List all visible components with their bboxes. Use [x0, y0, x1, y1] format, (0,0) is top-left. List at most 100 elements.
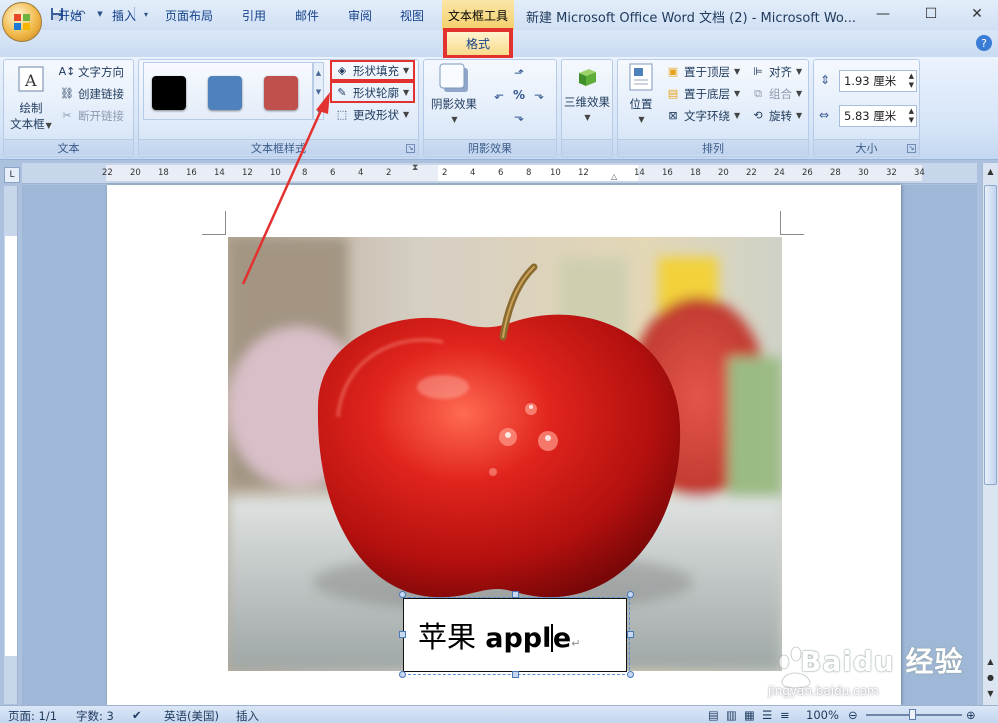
ruler-tick: 20	[718, 168, 729, 178]
align-button[interactable]: ⊫ 对齐 ▼	[750, 62, 802, 81]
draw-textbox-label-2: 文本框▼	[10, 117, 52, 131]
ruler-tick: 34	[914, 168, 925, 178]
tab-review[interactable]: 审阅	[340, 4, 380, 26]
group-label-textbox-styles: 文本框样式	[139, 139, 418, 155]
size-dialog-launcher-icon[interactable]: ↘	[907, 144, 916, 153]
status-language[interactable]: 英语(美国)	[164, 708, 219, 723]
browse-object-icon[interactable]: ●	[983, 669, 998, 685]
tab-page-layout[interactable]: 页面布局	[158, 4, 220, 26]
help-icon[interactable]: ?	[976, 35, 992, 51]
ruler-tick: 30	[858, 168, 869, 178]
nudge-up-icon[interactable]: ⬏	[514, 66, 524, 80]
threed-effects-button[interactable]: 三维效果 ▼	[562, 64, 612, 126]
group-label-3d	[562, 139, 612, 155]
create-link-button[interactable]: ⛓ 创建链接	[59, 84, 124, 103]
view-web-layout-icon[interactable]: ▦	[744, 708, 755, 722]
office-button[interactable]	[2, 2, 42, 42]
close-button[interactable]: ✕	[962, 4, 992, 24]
tab-mailings[interactable]: 邮件	[287, 4, 327, 26]
tab-insert[interactable]: 插入	[104, 4, 144, 26]
position-button[interactable]: 位置 ▼	[620, 62, 662, 128]
ruler-tick: 20	[130, 168, 141, 178]
view-print-layout-icon[interactable]: ▤	[708, 708, 719, 722]
tab-selector-icon[interactable]: L	[4, 167, 20, 183]
ruler-tick: 4	[358, 168, 364, 178]
bring-to-front-button[interactable]: ▣ 置于顶层 ▼	[665, 62, 740, 81]
resize-handle-e[interactable]	[627, 631, 634, 638]
maximize-button[interactable]: ☐	[916, 4, 946, 24]
nudge-left-icon[interactable]: ⬐	[494, 88, 504, 102]
ruler-tick: 10	[270, 168, 281, 178]
scroll-thumb[interactable]	[984, 185, 997, 485]
next-page-icon[interactable]: ▼	[983, 685, 998, 701]
zoom-slider-thumb[interactable]	[909, 709, 916, 720]
view-outline-icon[interactable]: ☰	[762, 708, 772, 722]
left-indent-marker-icon[interactable]: ⧗	[412, 163, 418, 173]
draw-textbox-button[interactable]: A 绘制 文本框▼	[8, 64, 54, 134]
style-swatch-black[interactable]	[152, 76, 186, 110]
horizontal-ruler[interactable]: 22 20 18 16 14 12 10 8 6 4 2 ⧗ 2 4 6 8 1…	[22, 163, 977, 184]
ruler-tick: 2	[442, 168, 448, 178]
resize-handle-s[interactable]	[512, 671, 519, 678]
nudge-down-icon[interactable]: ⬎	[514, 110, 524, 124]
change-shape-button[interactable]: ⬚ 更改形状 ▼	[334, 105, 409, 124]
resize-handle-nw[interactable]	[399, 591, 406, 598]
text-wrap-button[interactable]: ⊠ 文字环绕 ▼	[665, 106, 740, 125]
style-swatch-blue[interactable]	[208, 76, 242, 110]
vertical-ruler[interactable]	[4, 186, 18, 704]
tab-home[interactable]: 开始	[50, 4, 90, 26]
view-fullscreen-reading-icon[interactable]: ▥	[726, 708, 737, 722]
gallery-scroll[interactable]: ▲ ▼ ▾	[313, 62, 324, 120]
resize-handle-n[interactable]	[512, 591, 519, 598]
width-input[interactable]: 5.83 厘米 ▲ ▼	[839, 105, 917, 127]
height-input[interactable]: 1.93 厘米 ▲ ▼	[839, 70, 917, 92]
resize-handle-se[interactable]	[627, 671, 634, 678]
scroll-up-icon[interactable]: ▲	[983, 163, 998, 179]
change-shape-icon: ⬚	[336, 108, 348, 121]
shadow-effects-button[interactable]: 阴影效果 ▼	[428, 62, 480, 128]
shadow-effects-icon	[439, 63, 468, 92]
zoom-level[interactable]: 100%	[806, 708, 839, 722]
vertical-scrollbar[interactable]: ▲ ▲ ● ▼	[982, 163, 998, 705]
zoom-in-icon[interactable]: ⊕	[966, 708, 976, 722]
status-insert-mode[interactable]: 插入	[236, 708, 259, 723]
send-to-back-button[interactable]: ▤ 置于底层 ▼	[665, 84, 740, 103]
ruler-tick: 2	[386, 168, 392, 178]
textbox-text[interactable]: 苹果 apple↵	[418, 614, 580, 656]
shadow-toggle-icon[interactable]: %	[513, 88, 525, 102]
tab-view[interactable]: 视图	[392, 4, 432, 26]
ruler-tick: 10	[550, 168, 561, 178]
break-link-button[interactable]: ✂ 断开链接	[59, 106, 124, 125]
minimize-button[interactable]: —	[868, 4, 898, 24]
view-draft-icon[interactable]: ≡	[780, 708, 790, 722]
right-indent-marker-icon[interactable]: △	[611, 172, 617, 181]
draw-textbox-label-1: 绘制	[19, 101, 43, 115]
ruler-tick: 28	[830, 168, 841, 178]
window-title: 新建 Microsoft Office Word 文档 (2) - Micros…	[526, 11, 857, 26]
resize-handle-sw[interactable]	[399, 671, 406, 678]
status-page[interactable]: 页面: 1/1	[8, 708, 57, 723]
height-spinner-icon[interactable]: ▲ ▼	[909, 72, 914, 90]
dialog-launcher-icon[interactable]: ↘	[406, 144, 415, 153]
resize-handle-w[interactable]	[399, 631, 406, 638]
ruler-tick: 14	[214, 168, 225, 178]
gallery-down-icon[interactable]: ▼	[314, 82, 323, 101]
zoom-out-icon[interactable]: ⊖	[848, 708, 858, 722]
spellcheck-icon[interactable]: ✔	[132, 708, 142, 722]
text-wrap-icon: ⊠	[668, 109, 678, 122]
tab-references[interactable]: 引用	[234, 4, 274, 26]
resize-handle-ne[interactable]	[627, 591, 634, 598]
undo-dropdown-icon[interactable]: ▼	[96, 6, 104, 22]
break-link-icon: ✂	[62, 109, 72, 122]
gallery-up-icon[interactable]: ▲	[314, 63, 323, 82]
gallery-more-icon[interactable]: ▾	[314, 101, 323, 120]
width-spinner-icon[interactable]: ▲ ▼	[909, 107, 914, 125]
prev-page-icon[interactable]: ▲	[983, 653, 998, 669]
bring-to-front-icon: ▣	[667, 65, 679, 78]
style-swatch-red[interactable]	[264, 76, 298, 110]
text-direction-button[interactable]: A↕ 文字方向	[59, 62, 124, 81]
nudge-right-icon[interactable]: ⬎	[534, 88, 544, 102]
group-objects-button[interactable]: ⧉ 组合 ▼	[750, 84, 802, 103]
rotate-button[interactable]: ⟲ 旋转 ▼	[750, 106, 802, 125]
status-word-count[interactable]: 字数: 3	[76, 708, 114, 723]
